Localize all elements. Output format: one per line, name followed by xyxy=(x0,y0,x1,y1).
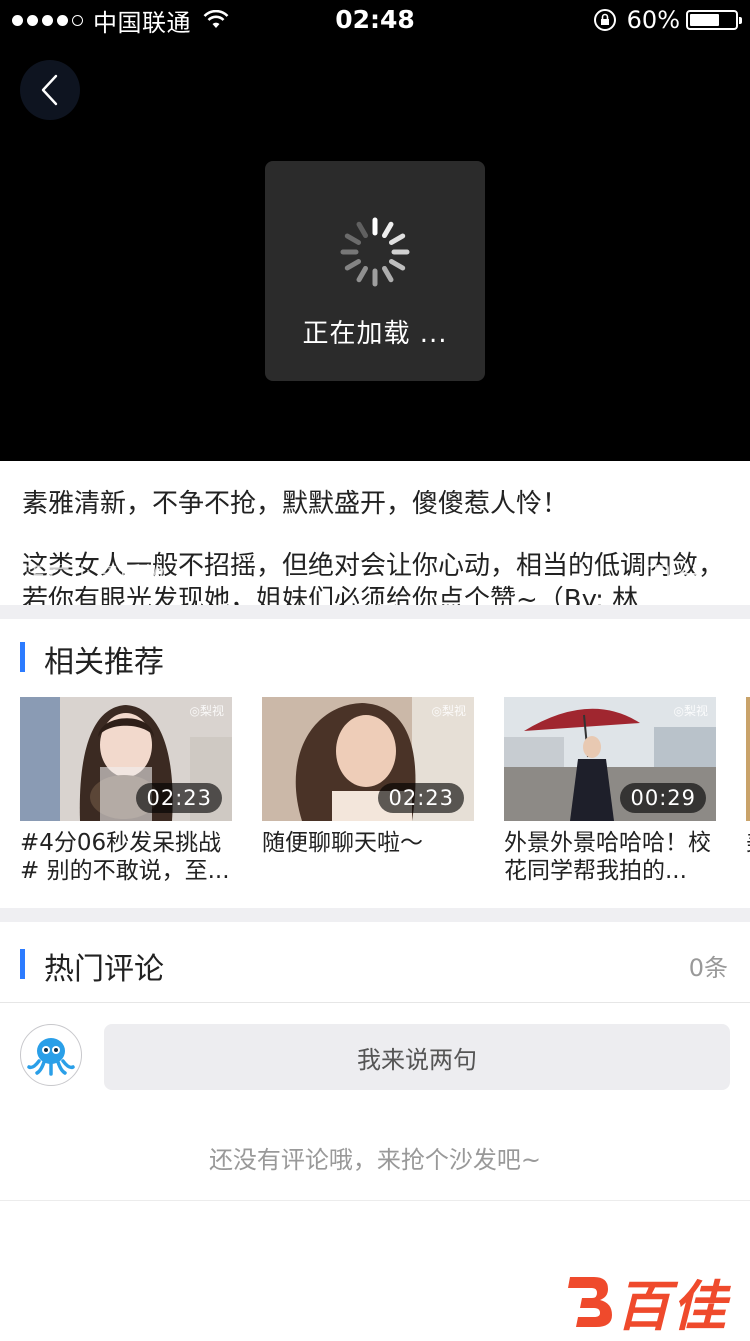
status-bar: 中国联通 02:48 60% xyxy=(0,0,750,40)
empty-comments-hint: 还没有评论哦，来抢个沙发吧~ xyxy=(208,1146,542,1174)
thumbnail-watermark: ◎梨视 xyxy=(673,704,708,718)
divider xyxy=(0,1200,750,1201)
avatar[interactable] xyxy=(20,1024,82,1086)
video-title[interactable]: 外景外景哈哈哈！校花同学帮我拍的... xyxy=(504,829,716,887)
video-title[interactable]: 随便聊聊天啦～ xyxy=(262,829,474,887)
recommend-card[interactable]: ◎梨视 00:29 外景外景哈哈哈！校花同学帮我拍的... xyxy=(504,697,716,887)
section-accent-bar xyxy=(20,949,25,979)
share-icon xyxy=(645,564,669,584)
share-button[interactable]: 分享 xyxy=(644,556,726,591)
video-thumbnail[interactable]: ◎梨视 02:23 xyxy=(20,697,232,821)
recommend-title: 相关推荐 xyxy=(44,645,164,680)
battery-percentage: 60% xyxy=(626,6,680,34)
brand-logo: 百佳 xyxy=(564,1262,728,1341)
thumbnail-watermark: ◎梨视 xyxy=(189,704,224,718)
comments-header: 热门评论 0条 xyxy=(0,922,750,1003)
video-thumbnail[interactable]: ◎梨视 00:29 xyxy=(504,697,716,821)
mini-window-play-label[interactable]: 正在小窗播放 xyxy=(22,556,166,591)
thumbnail-watermark: ◎梨视 xyxy=(431,704,466,718)
recommend-header: 相关推荐 xyxy=(0,619,750,695)
loading-spinner-icon xyxy=(340,217,410,287)
recommend-card[interactable]: ◎梨视 02:23 #4分06秒发呆挑战# 别的不敢说，至... xyxy=(20,697,232,887)
video-thumbnail[interactable]: ◎梨视 02:23 xyxy=(262,697,474,821)
loading-text: 正在加载 ... xyxy=(302,319,448,349)
video-duration: 02:23 xyxy=(136,783,222,813)
comments-title: 热门评论 xyxy=(44,952,164,987)
video-title[interactable]: 美 xyxy=(746,829,750,887)
video-duration: 00:29 xyxy=(620,783,706,813)
brand-name: 百佳 xyxy=(616,1275,728,1338)
comment-count: 0条 xyxy=(688,954,728,982)
octopus-avatar-icon xyxy=(27,1038,75,1076)
orientation-lock-icon xyxy=(593,9,616,31)
video-thumbnail[interactable] xyxy=(746,697,750,821)
comment-input[interactable]: 我来说两句 xyxy=(104,1024,730,1090)
battery-icon xyxy=(686,10,742,30)
recommend-card[interactable]: ◎梨视 02:23 随便聊聊天啦～ xyxy=(262,697,474,887)
section-accent-bar xyxy=(20,642,25,672)
share-label: 分享 xyxy=(678,562,726,590)
video-player[interactable]: 正在加载 ... xyxy=(0,40,750,461)
section-divider xyxy=(0,605,750,619)
back-button[interactable] xyxy=(20,60,80,120)
loading-overlay: 正在加载 ... xyxy=(265,161,485,381)
video-duration: 02:23 xyxy=(378,783,464,813)
recommend-card[interactable]: 美 xyxy=(746,697,750,887)
description-headline: 素雅清新，不争不抢，默默盛开，傻傻惹人怜！ xyxy=(22,489,569,519)
video-description: 素雅清新，不争不抢，默默盛开，傻傻惹人怜！ 这类女人一般不招摇，但绝对会让你心动… xyxy=(0,461,750,605)
video-title[interactable]: #4分06秒发呆挑战# 别的不敢说，至... xyxy=(20,829,232,887)
section-divider xyxy=(0,908,750,922)
thumbnail-image xyxy=(746,697,750,821)
brand-mark-icon xyxy=(568,1276,612,1327)
chevron-left-icon xyxy=(41,74,58,106)
recommend-list[interactable]: ◎梨视 02:23 #4分06秒发呆挑战# 别的不敢说，至... ◎梨视 02:… xyxy=(0,697,750,907)
